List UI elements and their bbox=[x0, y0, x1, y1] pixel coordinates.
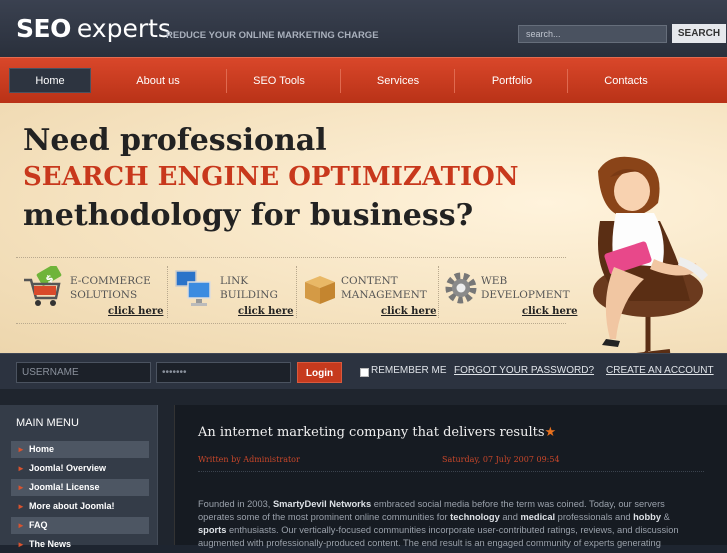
nav-home[interactable]: Home bbox=[9, 68, 91, 93]
password-input[interactable]: ••••••• bbox=[156, 362, 291, 383]
menu-item-joomla-overview[interactable]: ► Joomla! Overview bbox=[11, 460, 149, 477]
remember-me-checkbox[interactable] bbox=[360, 368, 369, 377]
nav-divider bbox=[340, 69, 341, 93]
gear-icon bbox=[445, 272, 477, 304]
service-click-here-link[interactable]: click here bbox=[381, 306, 436, 317]
service-click-here-link[interactable]: click here bbox=[238, 306, 293, 317]
menu-item-home[interactable]: ► Home bbox=[11, 441, 149, 458]
hero-banner: Need professional SEARCH ENGINE OPTIMIZA… bbox=[0, 103, 727, 361]
menu-item-faq[interactable]: ► FAQ bbox=[11, 517, 149, 534]
menu-item-more-about-joomla[interactable]: ► More about Joomla! bbox=[11, 498, 149, 515]
star-icon: ★ bbox=[544, 425, 557, 440]
nav-divider bbox=[567, 69, 568, 93]
forgot-password-link[interactable]: FORGOT YOUR PASSWORD? bbox=[454, 365, 594, 376]
cart-icon: $ bbox=[24, 266, 62, 306]
nav-about-us[interactable]: About us bbox=[114, 69, 202, 93]
menu-item-joomla-license[interactable]: ► Joomla! License bbox=[11, 479, 149, 496]
tagline: REDUCE YOUR ONLINE MARKETING CHARGE bbox=[166, 30, 379, 41]
service-content-management[interactable]: CONTENT MANAGEMENT click here bbox=[297, 258, 437, 325]
logo-experts: experts bbox=[76, 14, 171, 43]
service-title: WEB DEVELOPMENT bbox=[481, 275, 570, 301]
main-menu-title: MAIN MENU bbox=[16, 417, 79, 429]
arrow-right-icon: ► bbox=[17, 502, 25, 511]
content-area: MAIN MENU ► Home ► Joomla! Overview ► Jooml… bbox=[0, 389, 727, 549]
login-bar: USERNAME ••••••• Login REMEMBER ME FORGO… bbox=[0, 353, 727, 389]
article: An internet marketing company that deliv… bbox=[174, 405, 727, 548]
logo-seo: SEO bbox=[16, 14, 71, 43]
nav-seo-tools[interactable]: SEO Tools bbox=[235, 69, 323, 93]
service-ecommerce[interactable]: $ E-COMMERCE SOLUTIONS click here bbox=[16, 258, 166, 325]
nav-divider bbox=[454, 69, 455, 93]
nav-portfolio[interactable]: Portfolio bbox=[468, 69, 556, 93]
service-web-development[interactable]: WEB DEVELOPMENT click here bbox=[439, 258, 577, 325]
remember-me-label[interactable]: REMEMBER ME bbox=[371, 365, 447, 376]
search-input[interactable]: search... bbox=[518, 25, 667, 43]
article-title[interactable]: An internet marketing company that deliv… bbox=[198, 425, 556, 440]
main-menu: MAIN MENU ► Home ► Joomla! Overview ► Jooml… bbox=[0, 405, 158, 549]
nav-divider bbox=[226, 69, 227, 93]
search-button[interactable]: SEARCH bbox=[672, 24, 726, 43]
article-divider bbox=[198, 471, 704, 472]
computers-icon bbox=[175, 270, 211, 306]
service-link-building[interactable]: LINK BUILDING click here bbox=[168, 258, 293, 325]
services-row: $ E-COMMERCE SOLUTIONS click here LINK BUI… bbox=[16, 257, 577, 325]
service-title: CONTENT MANAGEMENT bbox=[341, 275, 427, 301]
hero-headline-1: Need professional bbox=[23, 123, 327, 158]
nav-services[interactable]: Services bbox=[354, 69, 442, 93]
arrow-right-icon: ► bbox=[17, 521, 25, 530]
site-logo[interactable]: SEO experts bbox=[16, 14, 171, 44]
article-author: Written by Administrator bbox=[198, 455, 300, 464]
service-click-here-link[interactable]: click here bbox=[108, 306, 163, 317]
woman-with-laptop-illustration bbox=[593, 156, 708, 361]
login-button[interactable]: Login bbox=[297, 362, 342, 383]
hero-headline-2: SEARCH ENGINE OPTIMIZATION bbox=[23, 162, 519, 192]
arrow-right-icon: ► bbox=[17, 483, 25, 492]
nav-contacts[interactable]: Contacts bbox=[582, 69, 670, 93]
header: SEO experts REDUCE YOUR ONLINE MARKETING … bbox=[0, 0, 727, 57]
main-nav: Home About us SEO Tools Services Portfol… bbox=[0, 57, 727, 103]
service-title: E-COMMERCE SOLUTIONS bbox=[70, 275, 151, 301]
create-account-link[interactable]: CREATE AN ACCOUNT bbox=[606, 365, 714, 376]
box-icon bbox=[305, 276, 335, 304]
username-input[interactable]: USERNAME bbox=[16, 362, 151, 383]
arrow-right-icon: ► bbox=[17, 445, 25, 454]
article-date: Saturday, 07 July 2007 09:54 bbox=[442, 455, 560, 464]
service-title: LINK BUILDING bbox=[220, 275, 278, 301]
hero-headline-3: methodology for business? bbox=[23, 198, 474, 233]
arrow-right-icon: ► bbox=[17, 464, 25, 473]
article-body: Founded in 2003, SmartyDevil Networks em… bbox=[198, 499, 679, 548]
